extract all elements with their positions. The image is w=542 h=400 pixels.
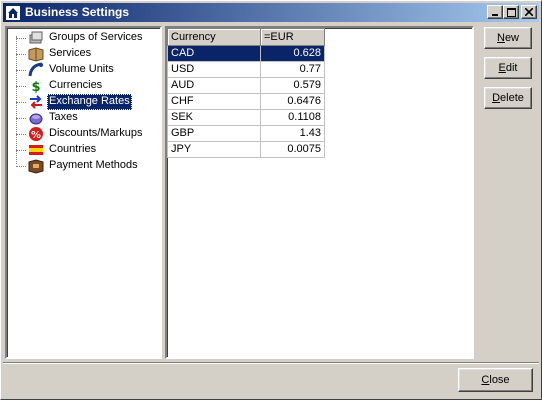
tree-item-label: Payment Methods (49, 159, 138, 171)
table-row[interactable]: CAD 0.628 (167, 45, 325, 62)
minimize-icon (492, 14, 498, 16)
delete-button-mnemonic: D (492, 92, 501, 104)
currency-code-cell: JPY (167, 141, 261, 158)
tree-item-label: Countries (49, 143, 97, 155)
exchange-rates-table: Currency =EUR CAD 0.628 USD 0.77 AUD 0.579 CHF… (167, 28, 325, 158)
table-row[interactable]: JPY 0.0075 (167, 141, 325, 158)
tree-connector (16, 38, 26, 39)
column-header-eur[interactable]: =EUR (260, 28, 325, 46)
tree-connector (16, 134, 26, 135)
groups-icon (28, 30, 44, 46)
tree-connector (16, 102, 26, 103)
tree-connector (16, 118, 26, 119)
percent-icon: % (28, 126, 44, 142)
edit-button-label: dit (505, 62, 518, 74)
new-button-mnemonic: N (496, 32, 505, 44)
exchange-rate-cell: 0.0075 (260, 141, 325, 158)
currency-code-cell: USD (167, 61, 261, 78)
house-icon (5, 5, 21, 21)
tree-item-label: Volume Units (49, 63, 114, 75)
business-settings-window: Business Settings Groups of Services Serv… (0, 0, 542, 400)
exchange-rate-cell: 1.43 (260, 125, 325, 142)
tree-item-label: Currencies (49, 79, 103, 91)
close-window-button[interactable] (521, 5, 537, 19)
tree-item[interactable]: Payment Methods (7, 158, 157, 174)
tree-connector (16, 150, 26, 151)
currency-code-cell: CAD (167, 45, 261, 62)
new-button[interactable]: New (484, 27, 532, 49)
currency-code-cell: GBP (167, 125, 261, 142)
tree-item[interactable]: Services (7, 46, 157, 62)
volume-units-icon (28, 62, 44, 78)
payment-icon (28, 158, 44, 174)
currency-code-cell: AUD (167, 77, 261, 94)
close-button-label: lose (489, 374, 510, 386)
tree-item[interactable]: Taxes (7, 110, 157, 126)
tree-item-label: Services (49, 47, 92, 59)
maximize-icon (506, 7, 516, 17)
tree-connector (16, 70, 26, 71)
delete-button[interactable]: Delete (484, 87, 532, 109)
taxes-icon (28, 110, 44, 126)
tree-item-label: Taxes (49, 111, 78, 123)
tree-item[interactable]: Exchange Rates (7, 94, 157, 110)
table-row[interactable]: USD 0.77 (167, 61, 325, 78)
tree-item-label: Exchange Rates (47, 94, 132, 110)
tree-item[interactable]: Countries (7, 142, 157, 158)
minimize-button[interactable] (487, 5, 503, 19)
tree-connector (16, 86, 26, 87)
table-row[interactable]: CHF 0.6476 (167, 93, 325, 110)
exchange-rate-cell: 0.77 (260, 61, 325, 78)
tree-item[interactable]: Volume Units (7, 62, 157, 78)
new-button-label: ew (504, 32, 519, 44)
svg-text:$: $ (31, 80, 40, 94)
exchange-rate-cell: 0.628 (260, 45, 325, 62)
window-title: Business Settings (25, 5, 130, 19)
close-button[interactable]: Close (458, 368, 533, 392)
tree-connector (16, 166, 26, 167)
title-bar[interactable]: Business Settings (3, 3, 539, 22)
maximize-button[interactable] (503, 5, 519, 19)
table-row[interactable]: AUD 0.579 (167, 77, 325, 94)
delete-button-label: elete (500, 92, 524, 104)
edit-button-mnemonic: E (498, 62, 506, 74)
table-row[interactable]: GBP 1.43 (167, 125, 325, 142)
flag-icon (28, 142, 44, 158)
settings-tree[interactable]: Groups of Services Services Volume Units $ C… (5, 26, 162, 359)
tree-connector (16, 54, 26, 55)
edit-button[interactable]: Edit (484, 57, 532, 79)
footer-divider (3, 362, 539, 364)
svg-text:%: % (31, 130, 41, 141)
close-icon (525, 8, 533, 16)
column-header-currency[interactable]: Currency (167, 28, 261, 46)
tree-item-label: Groups of Services (49, 31, 143, 43)
exchange-rates-grid[interactable]: Currency =EUR CAD 0.628 USD 0.77 AUD 0.579 CHF… (165, 26, 474, 359)
exchange-rate-cell: 0.1108 (260, 109, 325, 126)
tree-item-label: Discounts/Markups (49, 127, 143, 139)
exchange-rate-cell: 0.579 (260, 77, 325, 94)
close-button-mnemonic: C (481, 374, 490, 386)
tree-item[interactable]: % Discounts/Markups (7, 126, 157, 142)
tree-item[interactable]: $ Currencies (7, 78, 157, 94)
exchange-arrows-icon (28, 94, 44, 110)
dollar-icon: $ (28, 78, 44, 94)
table-row[interactable]: SEK 0.1108 (167, 109, 325, 126)
currency-code-cell: CHF (167, 93, 261, 110)
currency-code-cell: SEK (167, 109, 261, 126)
tree-item[interactable]: Groups of Services (7, 30, 157, 46)
exchange-rate-cell: 0.6476 (260, 93, 325, 110)
services-icon (28, 46, 44, 62)
